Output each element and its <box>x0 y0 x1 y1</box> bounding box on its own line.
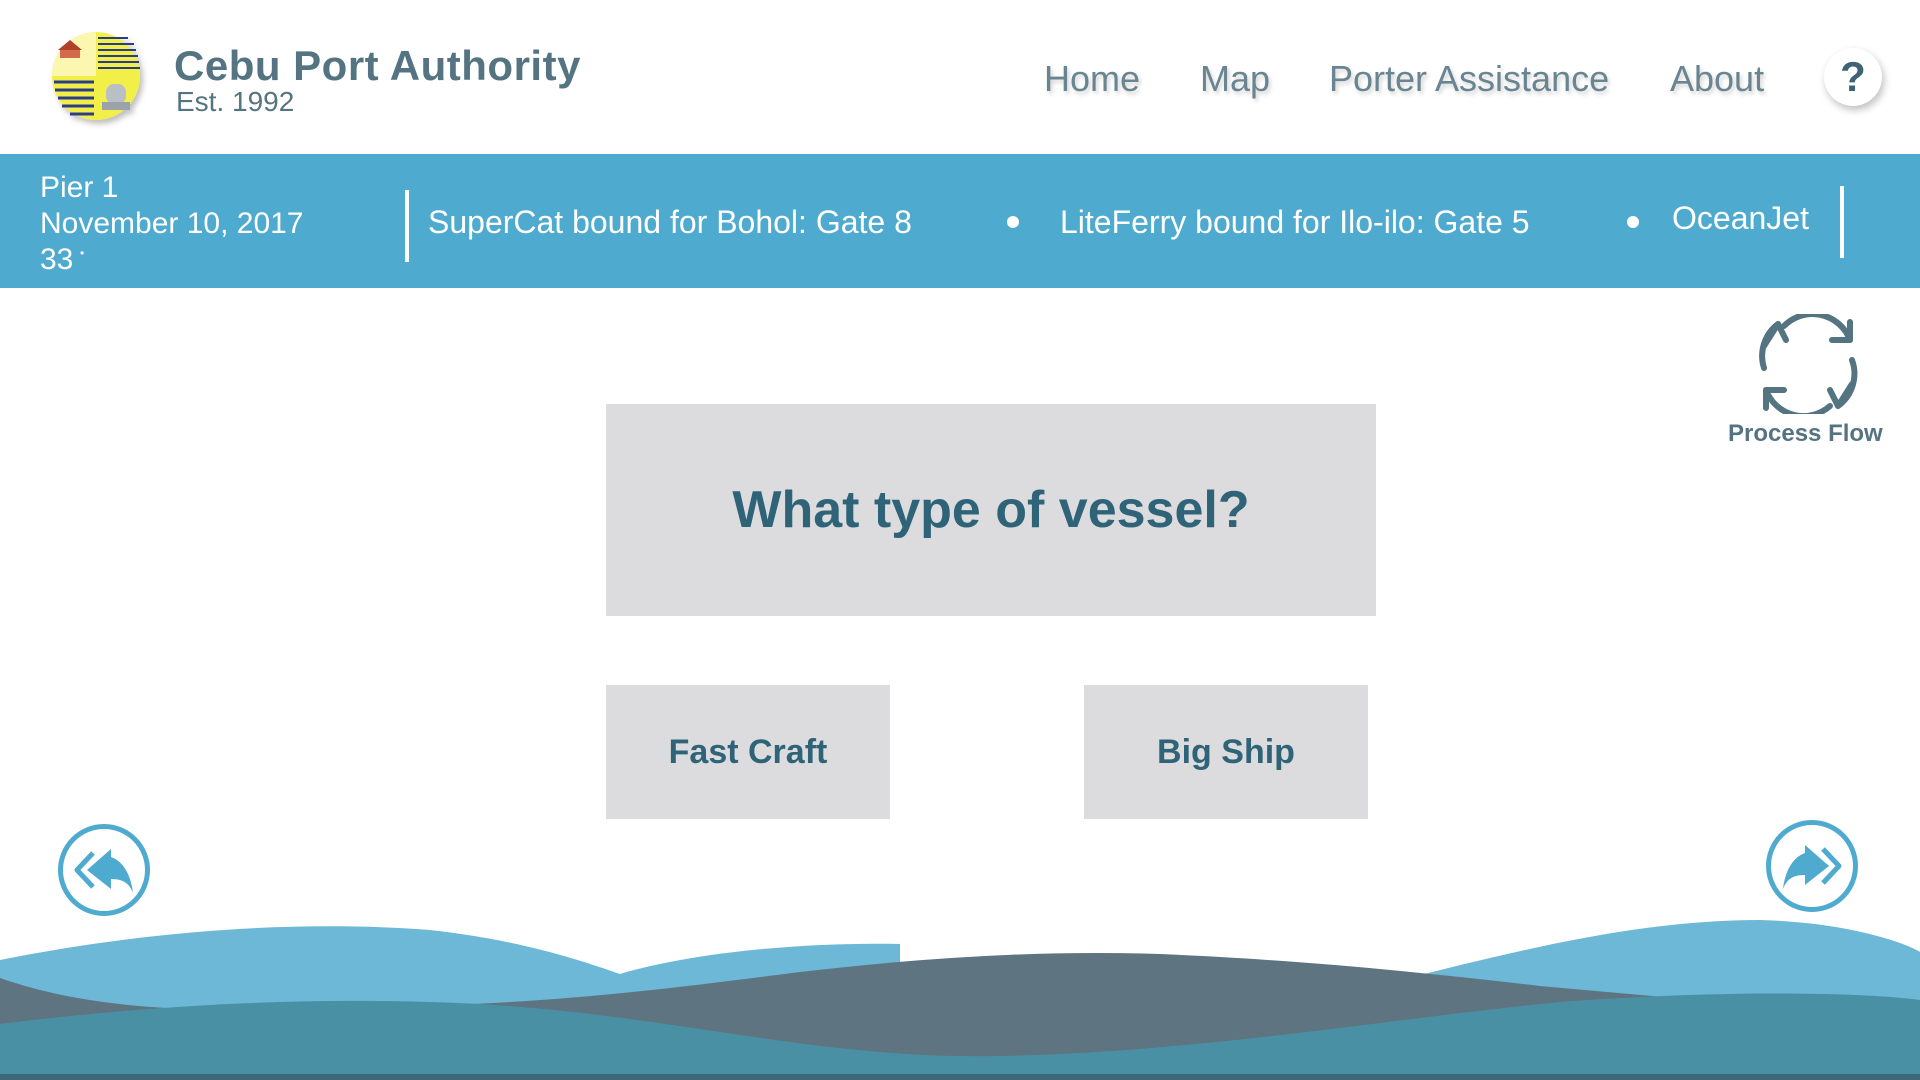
nav-about[interactable]: About <box>1670 58 1764 100</box>
bullet-separator <box>1627 216 1639 228</box>
process-flow-icon[interactable] <box>1756 311 1860 419</box>
temperature-value: 33 <box>40 243 74 276</box>
header: Cebu Port Authority Est. 1992 Home Map P… <box>0 0 1920 154</box>
date-label: November 10, 2017 <box>40 207 304 240</box>
temperature-degree: • <box>80 246 85 260</box>
ticker-item: SuperCat bound for Bohol: Gate 8 <box>428 204 912 240</box>
question-card: What type of vessel? <box>606 404 1376 616</box>
ticker-item: LiteFerry bound for Ilo-ilo: Gate 5 <box>1060 204 1530 240</box>
brand-established: Est. 1992 <box>176 86 295 117</box>
nav-home[interactable]: Home <box>1044 58 1140 100</box>
decorative-waves <box>0 920 1920 1080</box>
info-bar: Pier 1 November 10, 2017 33 • SuperCat b… <box>0 154 1920 288</box>
help-button[interactable]: ? <box>1824 48 1882 106</box>
port-authority-logo <box>46 24 152 134</box>
divider <box>1840 186 1844 258</box>
fast-craft-button[interactable]: Fast Craft <box>606 685 890 819</box>
nav-porter-assistance[interactable]: Porter Assistance <box>1329 58 1609 100</box>
reply-back-icon <box>74 849 133 893</box>
forward-icon <box>1783 845 1842 889</box>
nav-map[interactable]: Map <box>1200 58 1270 100</box>
brand-title: Cebu Port Authority <box>174 42 581 89</box>
pier-label: Pier 1 <box>40 171 119 204</box>
process-flow-label[interactable]: Process Flow <box>1728 420 1883 448</box>
question-text: What type of vessel? <box>732 481 1250 539</box>
forward-button[interactable] <box>1766 820 1858 912</box>
divider <box>405 190 409 262</box>
ticker-item: OceanJet <box>1672 200 1809 236</box>
bullet-separator <box>1007 216 1019 228</box>
big-ship-button[interactable]: Big Ship <box>1084 685 1368 819</box>
